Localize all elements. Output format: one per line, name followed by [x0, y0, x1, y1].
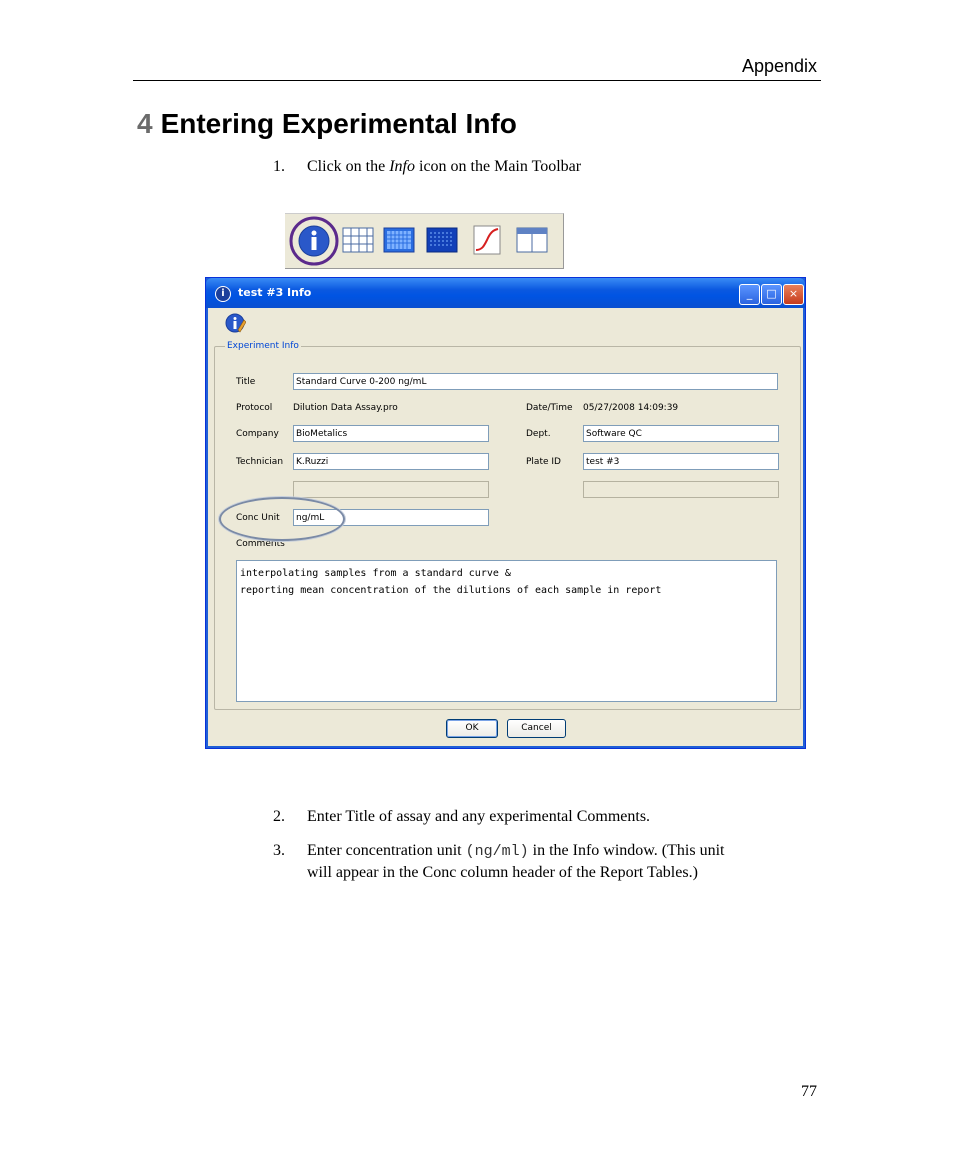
header-rule [133, 80, 821, 81]
info-icon[interactable] [289, 216, 339, 266]
plate-dark-icon[interactable] [425, 224, 459, 256]
maximize-button[interactable]: □ [761, 284, 782, 305]
technician-field[interactable]: K.Ruzzi [293, 453, 489, 470]
step-3-text: Enter concentration unit (ng/ml) in the … [307, 840, 724, 863]
step-1-pre: Click on the [307, 158, 390, 175]
dept-field[interactable]: Software QC [583, 425, 779, 442]
extra-field-left [293, 481, 489, 498]
info-edit-icon[interactable] [224, 312, 246, 334]
step-3-line-2: will appear in the Conc column header of… [307, 864, 698, 881]
comments-line-1: interpolating samples from a standard cu… [240, 568, 511, 579]
datetime-value: 05/27/2008 14:09:39 [583, 403, 679, 413]
protocol-label: Protocol [236, 403, 273, 413]
comments-line-2: reporting mean concentration of the dilu… [240, 585, 662, 596]
plate-id-field[interactable]: test #3 [583, 453, 779, 470]
title-label: Title [236, 377, 256, 387]
step-1-text: Click on the Info icon on the Main Toolb… [307, 156, 581, 178]
step-2-number: 2. [273, 808, 285, 825]
step-1-em: Info [389, 158, 415, 175]
extra-field-right [583, 481, 779, 498]
step-2-text: Enter Title of assay and any experimenta… [307, 808, 651, 825]
section-heading: 4 Entering Experimental Info [137, 108, 517, 140]
plate-light-icon[interactable] [382, 224, 416, 256]
dept-label: Dept. [526, 429, 551, 439]
minimize-button[interactable]: _ [739, 284, 760, 305]
technician-label: Technician [236, 457, 284, 467]
ok-button[interactable]: OK [446, 719, 498, 738]
step-3-pre: Enter concentration unit [307, 842, 466, 859]
curve-icon[interactable] [470, 224, 504, 256]
dialog-titlebar[interactable]: i test #3 Info _ □ × [206, 278, 805, 308]
step-1-number: 1. [273, 158, 285, 175]
company-label: Company [236, 429, 279, 439]
close-button[interactable]: × [783, 284, 804, 305]
conc-unit-highlight [219, 497, 345, 541]
page-number: 77 [801, 1083, 817, 1100]
plate-id-label: Plate ID [526, 457, 561, 467]
comments-textarea[interactable]: interpolating samples from a standard cu… [236, 560, 777, 702]
title-field[interactable]: Standard Curve 0-200 ng/mL [293, 373, 778, 390]
company-field[interactable]: BioMetalics [293, 425, 489, 442]
step-3-post: in the Info window. (This unit [528, 842, 725, 859]
step-3-code: (ng/ml) [465, 843, 529, 860]
grid-icon[interactable] [341, 224, 375, 256]
section-number: 4 [137, 108, 153, 139]
protocol-value: Dilution Data Assay.pro [293, 403, 398, 413]
dialog-title-icon: i [215, 286, 231, 302]
header-section-label: Appendix [741, 56, 817, 76]
group-legend: Experiment Info [225, 341, 301, 351]
dialog-title: test #3 Info [238, 286, 312, 299]
step-1-post: icon on the Main Toolbar [415, 158, 582, 175]
main-toolbar [285, 213, 564, 269]
section-title: Entering Experimental Info [160, 108, 517, 139]
step-3-number: 3. [273, 842, 285, 859]
cancel-button[interactable]: Cancel [507, 719, 566, 738]
table-icon[interactable] [515, 224, 549, 256]
datetime-label: Date/Time [526, 403, 573, 413]
